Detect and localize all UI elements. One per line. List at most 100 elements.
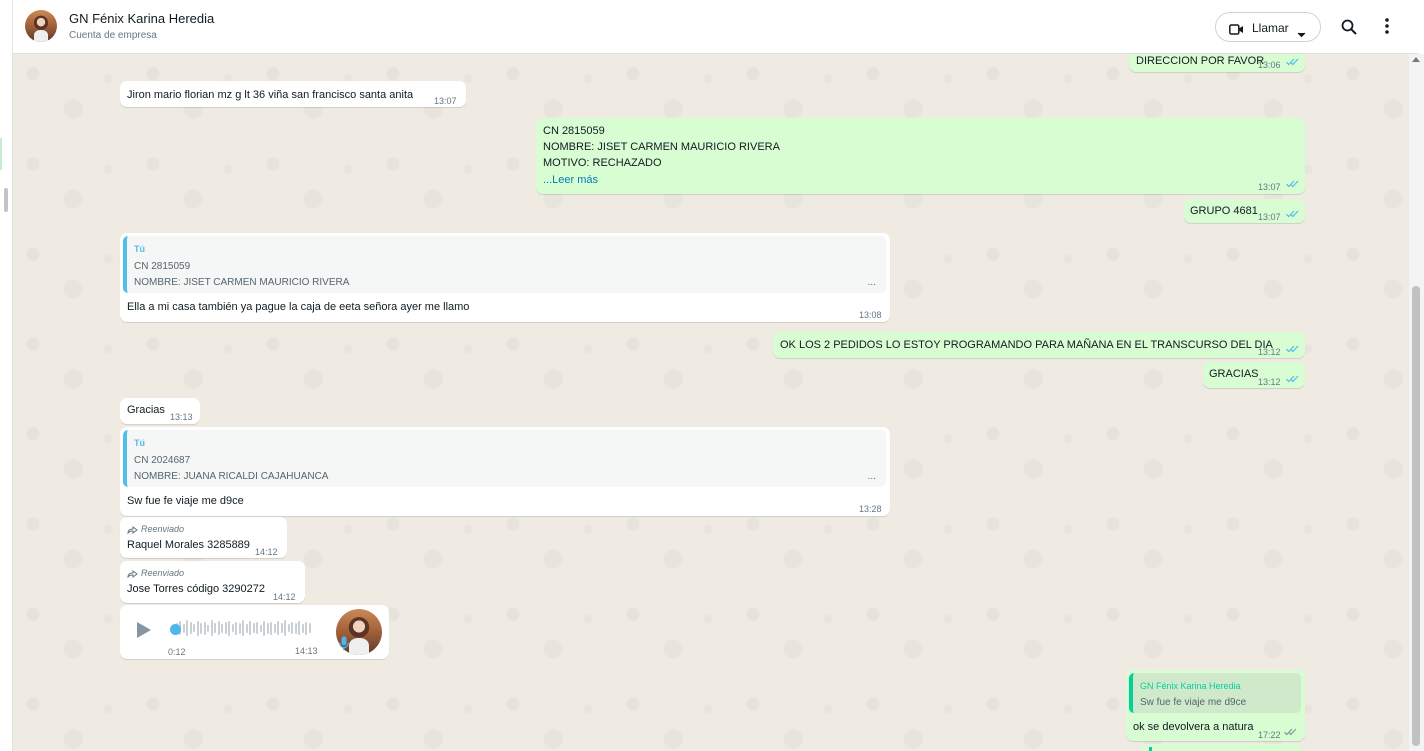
waveform-bar: [301, 623, 304, 633]
voice-message[interactable]: 0:12 14:13: [120, 605, 389, 659]
quote-author: Tú: [134, 244, 145, 254]
waveform-bar: [196, 620, 199, 636]
quote-author: GN Fénix Karina Heredia: [1140, 681, 1241, 691]
forwarded-text: Reenviado: [141, 568, 185, 578]
search-icon[interactable]: [1341, 19, 1357, 40]
message-time: 13:12: [1258, 377, 1281, 387]
waveform-bar: [214, 623, 216, 634]
double-check-icon: [1284, 728, 1297, 736]
message-text: Ella a mi casa también ya pague la caja …: [127, 301, 470, 313]
waveform-bar: [308, 623, 311, 634]
message-text: Sw fue fe viaje me d9ce: [127, 495, 244, 507]
waveform-bar: [263, 620, 265, 636]
message-outgoing[interactable]: GRACIAS 13:12: [1203, 362, 1305, 388]
message-outgoing[interactable]: DIRECCION POR FAVOR 13:06: [1129, 54, 1305, 72]
message-text: ok se devolvera a natura: [1133, 721, 1254, 733]
waveform-bar: [270, 621, 272, 635]
waveform-bar: [259, 624, 262, 632]
message-text: OK LOS 2 PEDIDOS LO ESTOY PROGRAMANDO PA…: [780, 339, 1273, 351]
message-outgoing[interactable]: GRUPO 4681 13:07: [1184, 199, 1305, 223]
waveform-bar: [256, 622, 258, 635]
waveform-bar: [200, 622, 202, 634]
waveform-bar: [193, 624, 195, 633]
contact-name[interactable]: GN Fénix Karina Heredia: [69, 11, 214, 26]
quoted-message[interactable]: Tú CN 2024687 NOMBRE: JUANA RICALDI CAJA…: [123, 430, 886, 487]
quote-line: CN 2815059: [134, 261, 191, 272]
waveform-bar: [186, 620, 188, 637]
microphone-icon: [339, 636, 349, 651]
quote-line: NOMBRE: JISET CARMEN MAURICIO RIVERA: [134, 277, 350, 288]
chevron-down-icon[interactable]: [1297, 25, 1306, 43]
forwarded-label: Reenviado: [127, 565, 184, 581]
kebab-menu-icon[interactable]: [1385, 18, 1389, 39]
waveform-bar: [189, 622, 192, 635]
waveform-bar: [252, 623, 255, 634]
message-outgoing[interactable]: CN 2815059 NOMBRE: JISET CARMEN MAURICIO…: [536, 118, 1305, 194]
panel-scroll-handle[interactable]: [4, 188, 8, 212]
message-time: 13:07: [434, 96, 457, 106]
message-text: DIRECCION POR FAVOR: [1136, 55, 1265, 67]
message-line: CN 2815059: [543, 125, 605, 137]
message-time: 13:08: [859, 310, 882, 320]
quoted-message[interactable]: GN Fénix Karina Heredia Sw fue fe viaje …: [1129, 673, 1301, 713]
message-incoming[interactable]: Jiron mario florian mz g lt 36 viña san …: [120, 81, 466, 107]
quote-more: ...: [867, 277, 876, 288]
message-time: 13:07: [1258, 182, 1281, 192]
message-incoming[interactable]: Reenviado Raquel Morales 3285889 14:12: [120, 517, 287, 558]
message-time: 14:12: [255, 547, 278, 557]
double-check-icon: [1286, 210, 1299, 218]
quote-line: Sw fue fe viaje me d9ce: [1140, 697, 1247, 708]
waveform-bar: [277, 621, 279, 636]
waveform-bar: [231, 624, 234, 633]
contact-avatar[interactable]: [25, 10, 57, 42]
waveform-bar: [221, 623, 223, 633]
quote-line: CN 2024687: [134, 455, 191, 466]
quoted-message[interactable]: Tú CN 2815059 NOMBRE: JISET CARMEN MAURI…: [123, 236, 886, 293]
message-time: 13:07: [1258, 212, 1281, 222]
message-text: GRACIAS: [1209, 368, 1259, 380]
double-check-icon: [1286, 58, 1299, 66]
message-line: MOTIVO: RECHAZADO: [543, 157, 662, 169]
forward-arrow-icon: [127, 526, 138, 535]
scrollbar-thumb[interactable]: [1412, 286, 1420, 746]
waveform-bar: [284, 620, 286, 637]
call-button-label: Llamar: [1252, 21, 1289, 35]
chat-header: GN Fénix Karina Heredia Cuenta de empres…: [13, 0, 1419, 54]
message-outgoing[interactable]: GN Fénix Karina Heredia Sw fue fe viaje …: [1126, 670, 1305, 741]
double-check-icon: [1286, 345, 1299, 353]
side-panel-edge: [0, 0, 13, 751]
message-line: NOMBRE: JISET CARMEN MAURICIO RIVERA: [543, 141, 780, 153]
message-text: Jiron mario florian mz g lt 36 viña san …: [127, 89, 414, 101]
voice-waveform[interactable]: [172, 620, 316, 640]
call-button[interactable]: Llamar: [1215, 12, 1321, 42]
panel-accent: [0, 138, 2, 170]
message-incoming[interactable]: Tú CN 2815059 NOMBRE: JISET CARMEN MAURI…: [120, 233, 890, 322]
forwarded-text: Reenviado: [141, 524, 185, 534]
waveform-bar: [305, 621, 307, 635]
forwarded-label: Reenviado: [127, 521, 184, 537]
message-incoming[interactable]: Gracias 13:13: [120, 398, 200, 424]
waveform-bar: [242, 620, 244, 637]
message-time: 14:12: [273, 592, 296, 602]
waveform-bar: [291, 622, 293, 635]
message-incoming[interactable]: Reenviado Jose Torres código 3290272 14:…: [120, 561, 305, 603]
chat-scrollbar[interactable]: [1409, 54, 1424, 751]
quote-author: Tú: [134, 438, 145, 448]
video-camera-icon: [1229, 22, 1244, 40]
waveform-bar: [245, 623, 248, 633]
waveform-bar: [207, 624, 209, 632]
quote-more: ...: [867, 471, 876, 482]
read-more-link[interactable]: ...Leer más: [543, 172, 598, 188]
waveform-bar: [217, 621, 220, 636]
waveform-bar: [273, 623, 276, 633]
playback-position-dot[interactable]: [170, 624, 181, 635]
message-outgoing[interactable]: OK LOS 2 PEDIDOS LO ESTOY PROGRAMANDO PA…: [773, 332, 1305, 358]
message-outgoing-partial[interactable]: [1141, 744, 1301, 751]
message-time: 14:13: [295, 646, 318, 656]
message-incoming[interactable]: Tú CN 2024687 NOMBRE: JUANA RICALDI CAJA…: [120, 427, 890, 516]
double-check-icon: [1286, 180, 1299, 188]
play-icon[interactable]: [136, 621, 152, 639]
message-list[interactable]: DIRECCION POR FAVOR 13:06 Jiron mario fl…: [13, 54, 1409, 751]
scroll-up-arrow-icon[interactable]: [1412, 57, 1420, 62]
message-time: 17:22: [1258, 730, 1281, 740]
